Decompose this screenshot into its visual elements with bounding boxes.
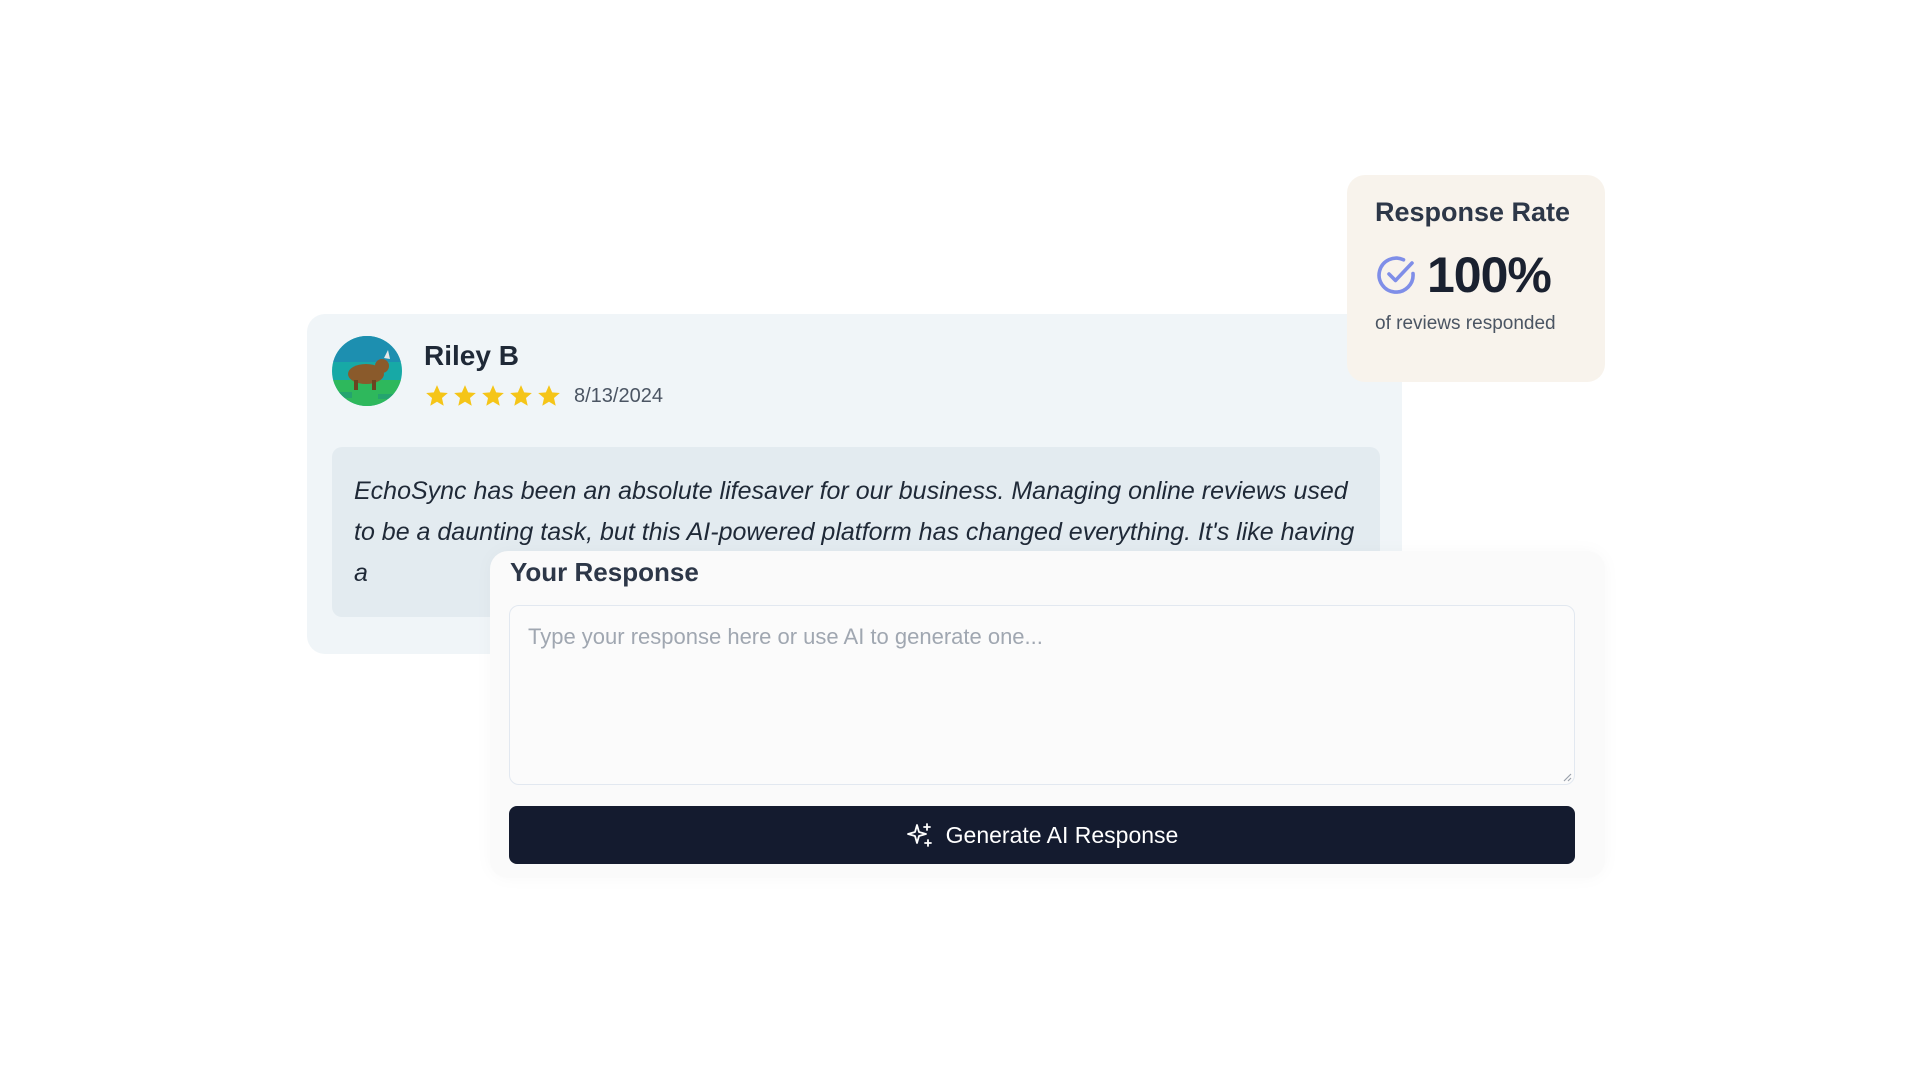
star-rating [424, 383, 562, 409]
rating-row: 8/13/2024 [424, 381, 663, 411]
response-label: Your Response [510, 557, 699, 587]
response-rate-caption: of reviews responded [1375, 313, 1556, 334]
response-panel: Your Response Generate AI Response [490, 551, 1605, 878]
star-icon [454, 385, 476, 406]
response-rate-row: 100% [1375, 245, 1552, 305]
star-icon [482, 385, 504, 406]
response-rate-title: Response Rate [1375, 197, 1571, 227]
response-rate-card: Response Rate 100% of reviews responded [1347, 175, 1605, 382]
review-date: 8/13/2024 [574, 384, 663, 407]
response-textarea[interactable] [509, 605, 1575, 785]
stage: Riley B 8/13/2024 EchoSync has been an a… [0, 0, 1920, 1080]
check-circle-icon [1377, 256, 1415, 294]
sparkle-icon [906, 823, 932, 847]
star-icon [426, 385, 448, 406]
generate-button-label: Generate AI Response [945, 821, 1179, 848]
star-icon [538, 385, 560, 406]
reviewer-name: Riley B [424, 340, 519, 371]
generate-ai-response-button[interactable]: Generate AI Response [509, 806, 1575, 864]
response-rate-value: 100% [1427, 247, 1552, 303]
resize-handle-icon[interactable] [1560, 770, 1572, 782]
reviewer-avatar [332, 336, 402, 406]
star-icon [510, 385, 532, 406]
